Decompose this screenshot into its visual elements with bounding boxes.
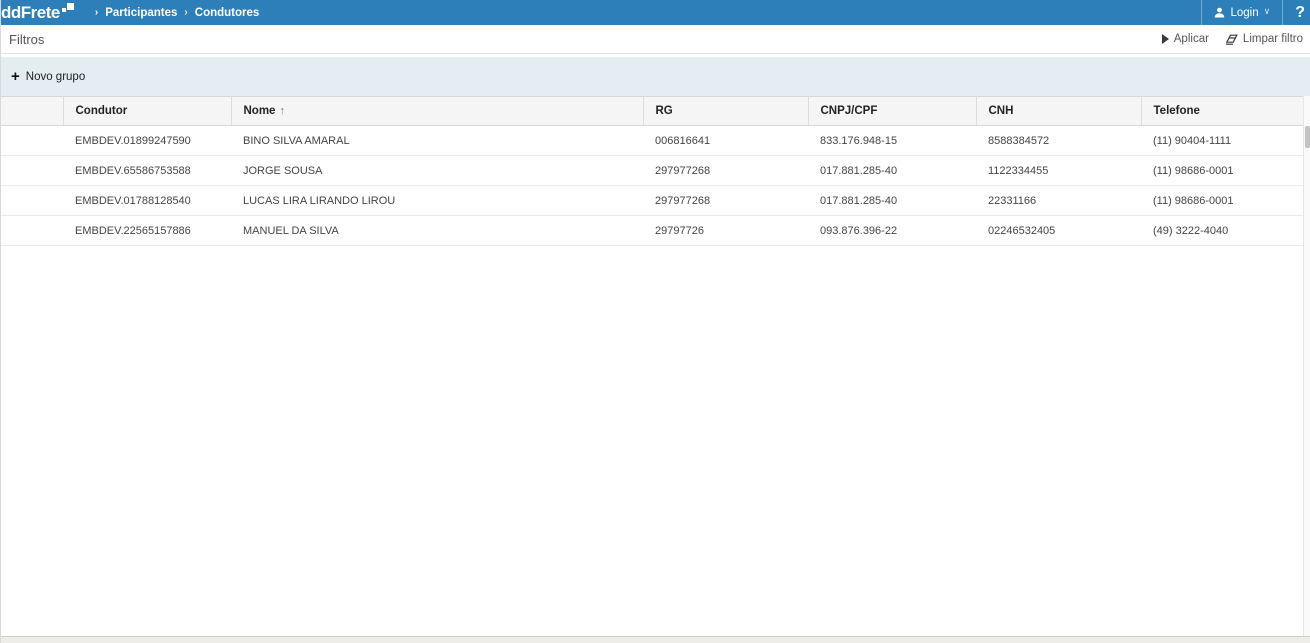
cell-cnh: 8588384572: [976, 126, 1141, 156]
plus-icon: +: [11, 69, 20, 84]
condutores-table: Condutor Nome↑ RG CNPJ/CPF CNH Telefone …: [1, 96, 1304, 246]
cell-empty: [1, 186, 63, 216]
table-row[interactable]: EMBDEV.22565157886 MANUEL DA SILVA 29797…: [1, 216, 1304, 246]
cell-telefone: (49) 3222-4040: [1141, 216, 1304, 246]
scrollbar-thumb[interactable]: [1305, 126, 1310, 148]
cell-rg: 297977268: [643, 186, 808, 216]
apply-filter-button[interactable]: Aplicar: [1162, 33, 1209, 45]
breadcrumb-condutores[interactable]: Condutores: [195, 7, 260, 19]
filters-title: Filtros: [9, 32, 44, 47]
column-header-condutor[interactable]: Condutor: [63, 97, 231, 126]
sort-asc-icon: ↑: [279, 105, 285, 117]
cell-condutor: EMBDEV.01899247590: [63, 126, 231, 156]
cell-cnpj-cpf: 017.881.285-40: [808, 156, 976, 186]
column-header-rg[interactable]: RG: [643, 97, 808, 126]
filter-actions: Aplicar Limpar filtro: [1162, 33, 1303, 45]
column-header-empty: [1, 97, 63, 126]
logo-text: ddFrete: [1, 2, 60, 24]
column-header-cnpj-cpf[interactable]: CNPJ/CPF: [808, 97, 976, 126]
vertical-scrollbar[interactable]: [1303, 96, 1310, 637]
new-group-label: Novo grupo: [26, 71, 85, 83]
table-header-row: Condutor Nome↑ RG CNPJ/CPF CNH Telefone: [1, 97, 1304, 126]
clear-filter-label: Limpar filtro: [1243, 33, 1303, 45]
cell-rg: 297977268: [643, 156, 808, 186]
person-icon: [1214, 7, 1225, 18]
cell-telefone: (11) 98686-0001: [1141, 156, 1304, 186]
cell-condutor: EMBDEV.22565157886: [63, 216, 231, 246]
cell-rg: 006816641: [643, 126, 808, 156]
status-bar: [1, 636, 1310, 643]
table-row[interactable]: EMBDEV.01788128540 LUCAS LIRA LIRANDO LI…: [1, 186, 1304, 216]
cell-empty: [1, 216, 63, 246]
help-button[interactable]: ?: [1282, 0, 1310, 25]
eraser-icon: [1225, 34, 1238, 45]
cell-telefone: (11) 98686-0001: [1141, 186, 1304, 216]
topbar: ddFrete › Participantes › Condutores Log…: [1, 0, 1310, 25]
cell-nome: MANUEL DA SILVA: [231, 216, 643, 246]
cell-cnh: 02246532405: [976, 216, 1141, 246]
cell-condutor: EMBDEV.65586753588: [63, 156, 231, 186]
table-row[interactable]: EMBDEV.65586753588 JORGE SOUSA 297977268…: [1, 156, 1304, 186]
app-window: ddFrete › Participantes › Condutores Log…: [0, 0, 1310, 643]
clear-filter-button[interactable]: Limpar filtro: [1225, 33, 1303, 45]
column-header-cnh[interactable]: CNH: [976, 97, 1141, 126]
play-icon: [1162, 34, 1169, 44]
cell-rg: 29797726: [643, 216, 808, 246]
topbar-right: Login ∨ ?: [1201, 0, 1310, 25]
chevron-down-icon: ∨: [1264, 6, 1271, 17]
cell-cnpj-cpf: 833.176.948-15: [808, 126, 976, 156]
breadcrumb: › Participantes › Condutores: [88, 7, 259, 19]
apply-filter-label: Aplicar: [1174, 33, 1209, 45]
chevron-right-icon: ›: [184, 7, 187, 18]
login-menu[interactable]: Login ∨: [1201, 0, 1282, 25]
cell-nome: BINO SILVA AMARAL: [231, 126, 643, 156]
login-label: Login: [1230, 7, 1258, 19]
app-logo[interactable]: ddFrete: [1, 2, 74, 24]
new-group-button[interactable]: + Novo grupo: [11, 69, 85, 84]
cell-cnh: 22331166: [976, 186, 1141, 216]
cell-condutor: EMBDEV.01788128540: [63, 186, 231, 216]
cell-cnpj-cpf: 017.881.285-40: [808, 186, 976, 216]
column-header-nome[interactable]: Nome↑: [231, 97, 643, 126]
cell-empty: [1, 156, 63, 186]
logo-squares-icon: [62, 3, 74, 15]
help-icon: ?: [1295, 4, 1305, 22]
chevron-right-icon: ›: [95, 7, 98, 18]
cell-empty: [1, 126, 63, 156]
cell-nome: JORGE SOUSA: [231, 156, 643, 186]
cell-cnh: 1122334455: [976, 156, 1141, 186]
cell-telefone: (11) 90404-1111: [1141, 126, 1304, 156]
table-row[interactable]: EMBDEV.01899247590 BINO SILVA AMARAL 006…: [1, 126, 1304, 156]
filters-bar: Filtros Aplicar Limpar filtro: [1, 25, 1310, 54]
toolbar-band: + Novo grupo: [1, 57, 1310, 96]
cell-nome: LUCAS LIRA LIRANDO LIROU: [231, 186, 643, 216]
cell-cnpj-cpf: 093.876.396-22: [808, 216, 976, 246]
column-header-telefone[interactable]: Telefone: [1141, 97, 1304, 126]
breadcrumb-participantes[interactable]: Participantes: [105, 7, 177, 19]
